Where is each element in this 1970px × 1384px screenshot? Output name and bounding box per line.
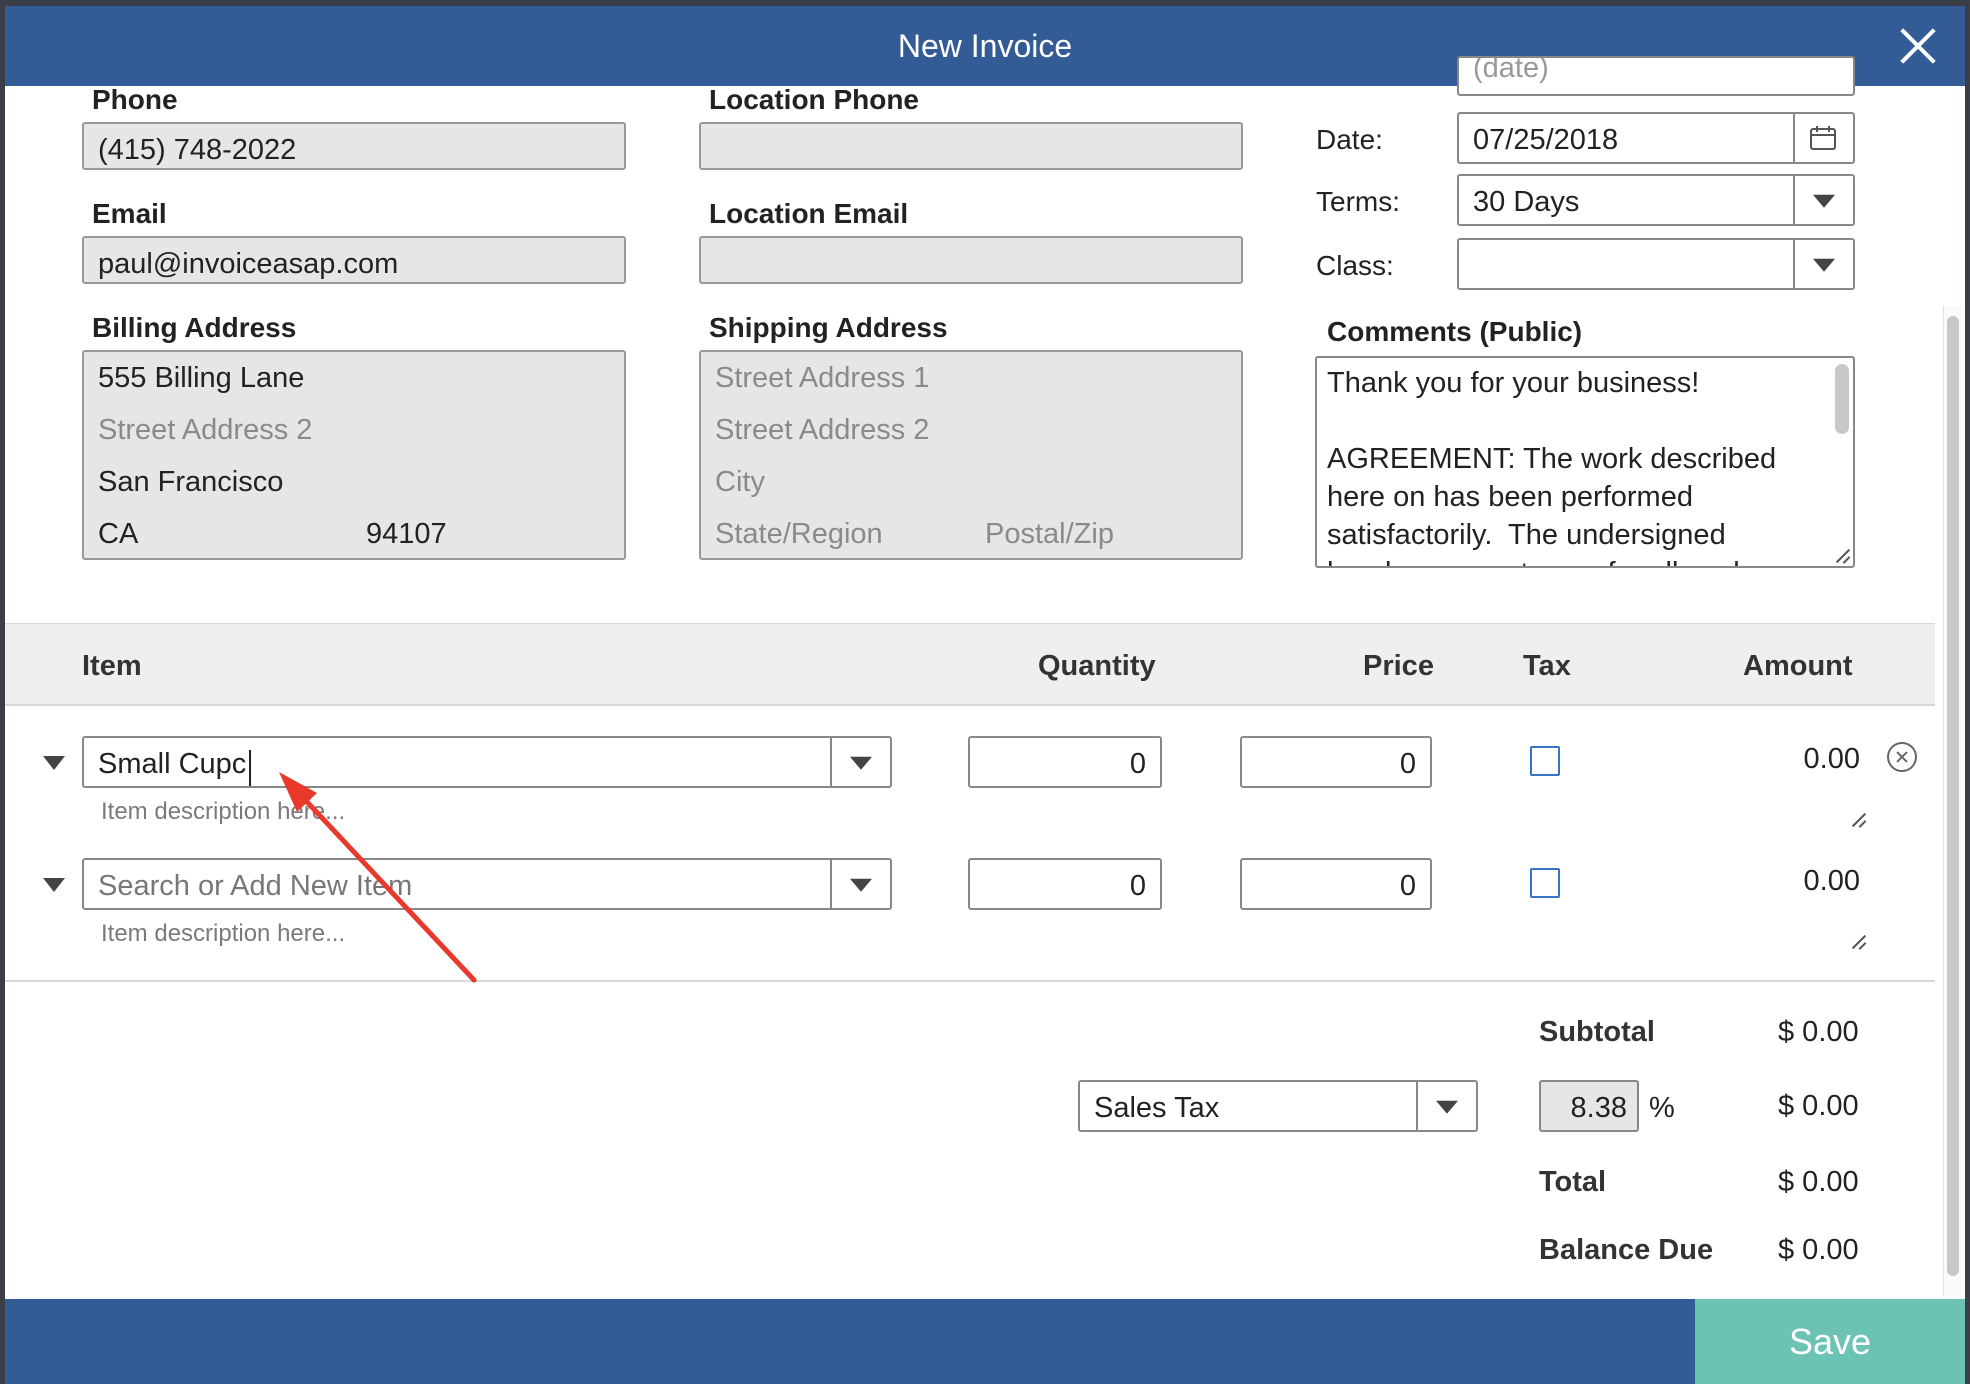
divider (5, 980, 1935, 982)
class-label: Class: (1316, 250, 1394, 281)
billing-city[interactable]: San Francisco (98, 466, 283, 499)
chevron-down-icon (1436, 1100, 1458, 1114)
tax-select[interactable]: Sales Tax (1078, 1080, 1478, 1132)
calendar-icon (1810, 126, 1836, 150)
new-invoice-dialog: New Invoice Phone (415) 748-2022 Locatio… (5, 6, 1965, 1384)
chevron-down-icon (850, 878, 872, 892)
tax-rate-input[interactable]: 8.38 (1539, 1080, 1639, 1132)
scrollbar-thumb[interactable] (1947, 316, 1959, 1276)
item-description[interactable]: Item description here... (101, 798, 345, 826)
comments-scrollbar[interactable] (1835, 364, 1849, 434)
row-expand-icon[interactable] (43, 756, 65, 770)
location-email-field[interactable] (699, 236, 1243, 284)
close-icon[interactable] (1898, 26, 1938, 66)
total-value: $ 0.00 (1778, 1166, 1859, 1198)
date-label: Date: (1316, 124, 1383, 155)
tax-dropdown-button[interactable] (1416, 1082, 1476, 1130)
line-items-header: Item Quantity Price Tax Amount (5, 624, 1935, 706)
tax-amount-value: $ 0.00 (1778, 1090, 1859, 1122)
phone-field[interactable]: (415) 748-2022 (82, 122, 626, 170)
header-item: Item (82, 650, 142, 682)
header-price: Price (1363, 650, 1434, 682)
dialog-footer (5, 1299, 1965, 1384)
comments-label: Comments (Public) (1327, 316, 1583, 347)
save-button[interactable]: Save (1695, 1299, 1965, 1384)
item-description[interactable]: Item description here... (101, 920, 345, 948)
comments-textarea[interactable]: Thank you for your business! AGREEMENT: … (1315, 356, 1855, 568)
shipping-street2[interactable]: Street Address 2 (715, 414, 929, 447)
terms-dropdown-button[interactable] (1793, 176, 1853, 224)
phone-label: Phone (92, 84, 178, 115)
terms-select[interactable]: 30 Days (1457, 174, 1855, 226)
header-amount: Amount (1743, 650, 1853, 682)
billing-address-label: Billing Address (92, 312, 297, 343)
location-phone-field[interactable] (699, 122, 1243, 170)
billing-state[interactable]: CA (98, 518, 138, 551)
item-dropdown-button[interactable] (830, 860, 890, 908)
item-search-input[interactable]: Small Cupc (82, 736, 892, 788)
shipping-city[interactable]: City (715, 466, 765, 499)
header-quantity: Quantity (1038, 650, 1156, 682)
dialog-scrollbar[interactable] (1943, 306, 1962, 1296)
class-select[interactable] (1457, 238, 1855, 290)
email-label: Email (92, 198, 167, 229)
item-search-input[interactable]: Search or Add New Item (82, 858, 892, 910)
header-tax: Tax (1523, 650, 1571, 682)
billing-street2[interactable]: Street Address 2 (98, 414, 312, 447)
shipping-state[interactable]: State/Region (715, 518, 883, 551)
remove-row-icon[interactable] (1887, 742, 1917, 772)
balance-due-value: $ 0.00 (1778, 1234, 1859, 1266)
po-number-field[interactable]: (date) (1457, 56, 1855, 96)
price-input[interactable]: 0 (1240, 858, 1432, 910)
billing-address-box: 555 Billing Lane Street Address 2 San Fr… (82, 350, 626, 560)
item-dropdown-button[interactable] (830, 738, 890, 786)
shipping-address-label: Shipping Address (709, 312, 948, 343)
tax-checkbox[interactable] (1530, 746, 1560, 776)
location-email-label: Location Email (709, 198, 909, 229)
chevron-down-icon (850, 756, 872, 770)
calendar-button[interactable] (1793, 114, 1853, 162)
chevron-down-icon (1813, 194, 1835, 208)
billing-street1[interactable]: 555 Billing Lane (98, 362, 304, 395)
billing-zip[interactable]: 94107 (366, 518, 447, 551)
total-label: Total (1539, 1166, 1607, 1198)
subtotal-label: Subtotal (1539, 1016, 1655, 1048)
price-input[interactable]: 0 (1240, 736, 1432, 788)
resize-handle-icon[interactable] (1851, 812, 1867, 828)
row-expand-icon[interactable] (43, 878, 65, 892)
text-cursor (249, 750, 251, 786)
percent-sign: % (1649, 1092, 1675, 1124)
email-field[interactable]: paul@invoiceasap.com (82, 236, 626, 284)
tax-checkbox[interactable] (1530, 868, 1560, 898)
shipping-zip[interactable]: Postal/Zip (985, 518, 1114, 551)
shipping-address-box: Street Address 1 Street Address 2 City S… (699, 350, 1243, 560)
class-dropdown-button[interactable] (1793, 240, 1853, 288)
resize-handle-icon[interactable] (1851, 934, 1867, 950)
quantity-input[interactable]: 0 (968, 858, 1162, 910)
shipping-street1[interactable]: Street Address 1 (715, 362, 929, 395)
chevron-down-icon (1813, 258, 1835, 272)
terms-label: Terms: (1316, 186, 1400, 217)
quantity-input[interactable]: 0 (968, 736, 1162, 788)
subtotal-value: $ 0.00 (1778, 1016, 1859, 1048)
location-phone-label: Location Phone (709, 84, 919, 115)
amount-value: 0.00 (1803, 743, 1860, 775)
balance-due-label: Balance Due (1539, 1234, 1714, 1266)
date-field[interactable]: 07/25/2018 (1457, 112, 1855, 164)
resize-handle-icon[interactable] (1835, 548, 1851, 564)
amount-value: 0.00 (1803, 865, 1860, 897)
comments-text: Thank you for your business! AGREEMENT: … (1327, 367, 1777, 566)
